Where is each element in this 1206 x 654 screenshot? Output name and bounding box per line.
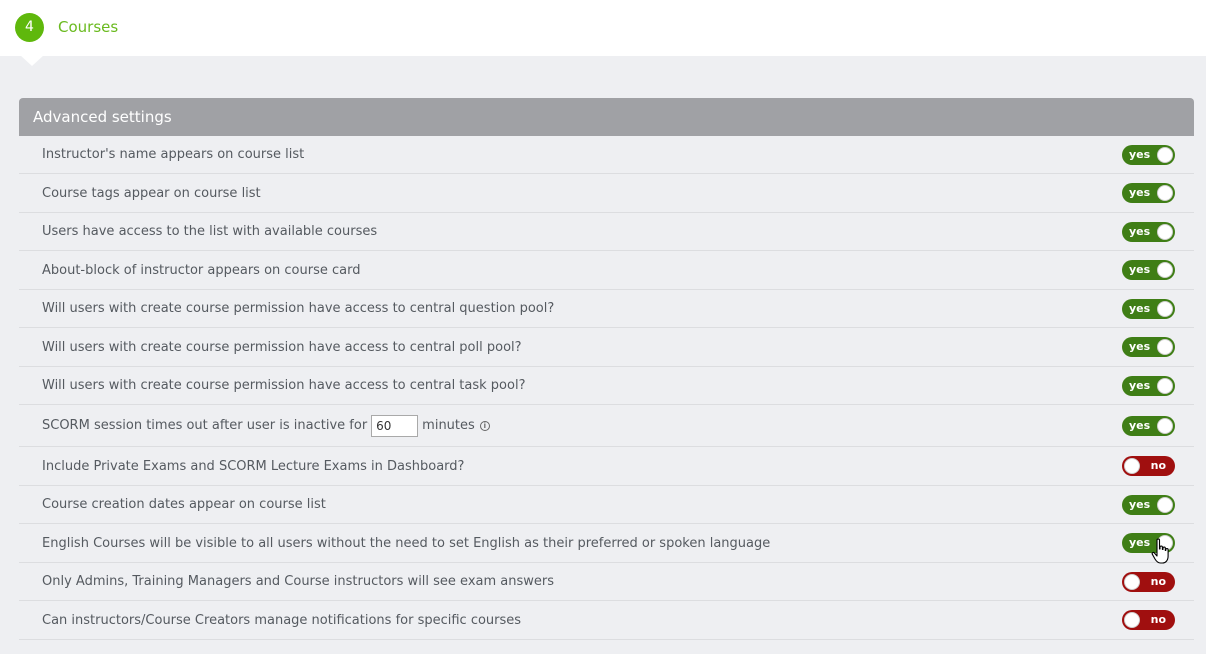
toggle-knob bbox=[1157, 377, 1173, 394]
toggle-switch[interactable]: yes bbox=[1122, 144, 1175, 165]
setting-label: Course tags appear on course list bbox=[42, 185, 261, 201]
step-title[interactable]: Courses bbox=[58, 17, 118, 37]
setting-label: Will users with create course permission… bbox=[42, 378, 526, 393]
setting-label: Include Private Exams and SCORM Lecture … bbox=[42, 458, 465, 474]
setting-row-course-tags: Course tags appear on course list yes bbox=[19, 174, 1194, 213]
setting-label: Can instructors/Course Creators manage n… bbox=[42, 612, 522, 628]
toggle-state-label: yes bbox=[1129, 263, 1151, 276]
setting-label: Will users with create course permission… bbox=[42, 339, 522, 355]
setting-label: About-block of instructor appears on cou… bbox=[42, 262, 361, 278]
toggle-switch[interactable]: yes bbox=[1122, 221, 1175, 242]
step-number-badge: 4 bbox=[15, 13, 44, 42]
toggle-switch[interactable]: yes bbox=[1122, 183, 1175, 203]
toggle-state-label: yes bbox=[1129, 340, 1151, 353]
scorm-timeout-label-after: minutes bbox=[422, 418, 475, 433]
toggle-knob bbox=[1157, 339, 1173, 355]
toggle-state-label: yes bbox=[1129, 186, 1151, 199]
step-header: 4 Courses bbox=[0, 0, 1206, 56]
info-icon[interactable]: i bbox=[479, 420, 490, 431]
toggle-switch[interactable]: no bbox=[1122, 456, 1175, 476]
setting-row-instructor-name: Instructor's name appears on course list… bbox=[19, 136, 1194, 174]
setting-row-exam-answers: Only Admins, Training Managers and Cours… bbox=[19, 563, 1194, 601]
toggle-switch[interactable]: yes bbox=[1122, 260, 1175, 280]
scorm-timeout-minutes-input[interactable] bbox=[371, 414, 419, 437]
panel-title: Advanced settings bbox=[19, 98, 1194, 136]
setting-row-task-pool: Will users with create course permission… bbox=[19, 367, 1194, 405]
toggle-state-label: no bbox=[1150, 613, 1166, 626]
toggle-knob bbox=[1124, 573, 1140, 590]
step-notch bbox=[20, 55, 44, 66]
setting-row-scorm-timeout: SCORM session times out after user is in… bbox=[19, 405, 1194, 447]
setting-row-about-block: About-block of instructor appears on cou… bbox=[19, 251, 1194, 290]
toggle-state-label: no bbox=[1150, 459, 1166, 472]
scorm-timeout-label-before: SCORM session times out after user is in… bbox=[42, 418, 368, 433]
setting-label: Course creation dates appear on course l… bbox=[42, 497, 326, 512]
setting-label: Instructor's name appears on course list bbox=[42, 147, 305, 162]
toggle-knob bbox=[1157, 262, 1173, 278]
setting-row-private-exams: Include Private Exams and SCORM Lecture … bbox=[19, 447, 1194, 486]
toggle-state-label: yes bbox=[1129, 224, 1151, 238]
setting-row-english-courses: English Courses will be visible to all u… bbox=[19, 524, 1194, 563]
setting-row-creation-dates: Course creation dates appear on course l… bbox=[19, 486, 1194, 524]
toggle-knob bbox=[1157, 417, 1173, 434]
toggle-knob bbox=[1157, 185, 1173, 201]
setting-label: SCORM session times out after user is in… bbox=[42, 405, 490, 446]
toggle-switch[interactable]: yes bbox=[1122, 298, 1175, 319]
advanced-settings-panel: Advanced settings Instructor's name appe… bbox=[19, 98, 1194, 654]
toggle-knob bbox=[1157, 496, 1173, 513]
toggle-state-label: yes bbox=[1129, 378, 1151, 392]
setting-row-notifications: Can instructors/Course Creators manage n… bbox=[19, 601, 1194, 640]
toggle-state-label: no bbox=[1150, 574, 1166, 588]
toggle-knob bbox=[1157, 535, 1173, 551]
toggle-switch[interactable]: no bbox=[1122, 610, 1175, 630]
toggle-switch[interactable]: no bbox=[1122, 571, 1175, 592]
setting-row-poll-pool: Will users with create course permission… bbox=[19, 328, 1194, 367]
setting-row-partial bbox=[19, 640, 1194, 654]
setting-row-available-courses: Users have access to the list with avail… bbox=[19, 213, 1194, 251]
toggle-state-label: yes bbox=[1129, 301, 1151, 315]
setting-label: Users have access to the list with avail… bbox=[42, 224, 378, 239]
toggle-switch[interactable]: yes bbox=[1122, 494, 1175, 515]
toggle-knob bbox=[1157, 300, 1173, 317]
toggle-state-label: yes bbox=[1129, 147, 1151, 161]
toggle-switch[interactable]: yes bbox=[1122, 337, 1175, 357]
toggle-switch[interactable]: yes bbox=[1122, 533, 1175, 553]
setting-label: Only Admins, Training Managers and Cours… bbox=[42, 574, 555, 589]
toggle-state-label: yes bbox=[1129, 536, 1151, 549]
toggle-switch[interactable]: yes bbox=[1122, 415, 1175, 436]
toggle-switch[interactable]: yes bbox=[1122, 375, 1175, 396]
toggle-state-label: yes bbox=[1129, 497, 1151, 511]
toggle-knob bbox=[1124, 612, 1140, 628]
toggle-knob bbox=[1124, 458, 1140, 474]
toggle-knob bbox=[1157, 223, 1173, 240]
setting-label: English Courses will be visible to all u… bbox=[42, 535, 771, 551]
toggle-state-label: yes bbox=[1129, 418, 1151, 432]
toggle-knob bbox=[1157, 146, 1173, 163]
setting-row-question-pool: Will users with create course permission… bbox=[19, 290, 1194, 328]
setting-label: Will users with create course permission… bbox=[42, 301, 555, 316]
